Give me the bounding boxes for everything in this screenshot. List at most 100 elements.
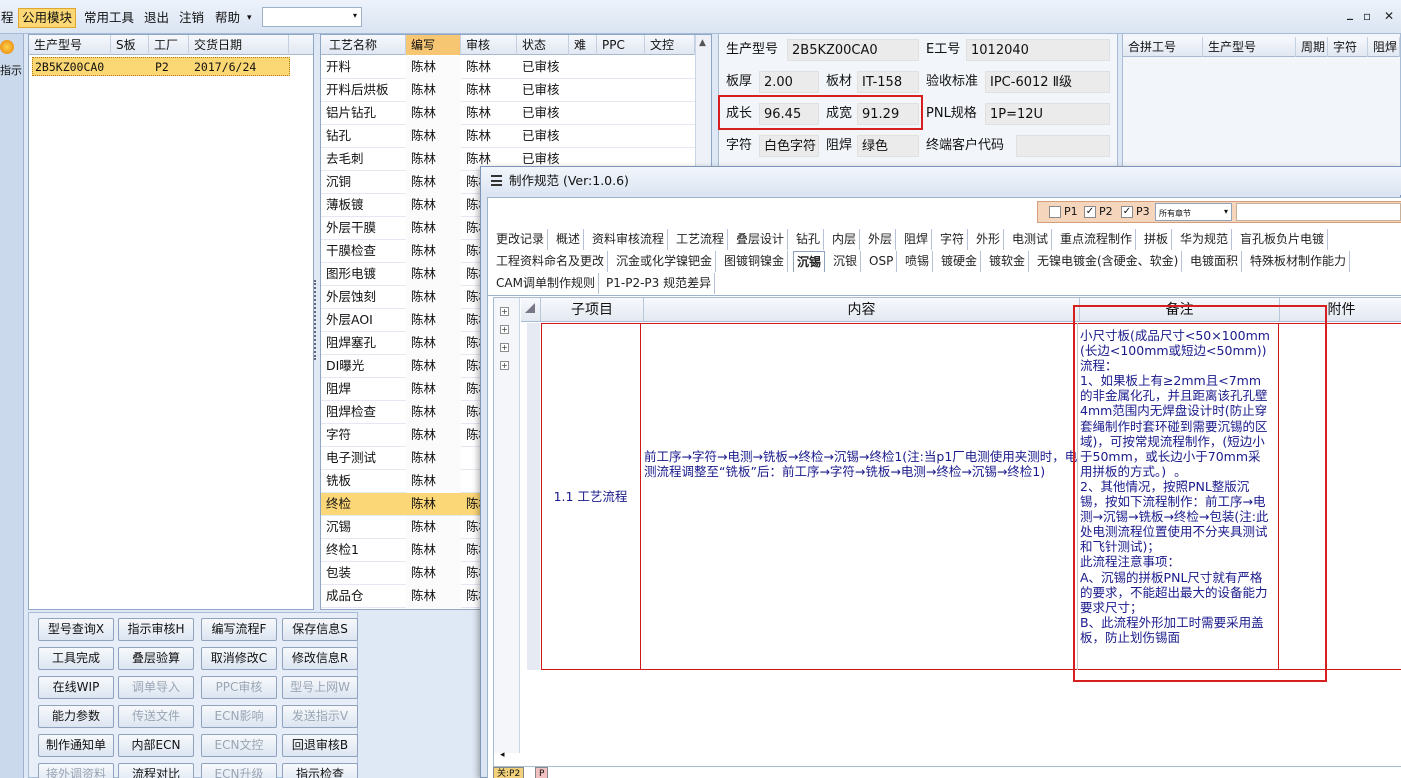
action-button-9[interactable]: 调单导入	[118, 676, 194, 699]
footer-tag-p2[interactable]: 关:P2	[493, 767, 525, 778]
expand-icon[interactable]: +	[500, 343, 509, 352]
tab-tabs_row2-9[interactable]: 无镍电镀金(含硬金、软金)	[1034, 251, 1183, 272]
col-reviewer[interactable]: 审核	[461, 35, 517, 55]
splitter-handle[interactable]	[314, 280, 319, 360]
action-button-0[interactable]: 型号查询X	[38, 618, 114, 641]
tab-tabs_row1-0[interactable]: 更改记录	[493, 229, 549, 250]
checkbox-p2[interactable]: ✓	[1084, 206, 1096, 218]
menu-item-process[interactable]: 程	[0, 8, 17, 28]
expand-icon[interactable]: +	[500, 361, 509, 370]
action-button-12[interactable]: 能力参数	[38, 705, 114, 728]
action-button-6[interactable]: 取消修改C	[201, 647, 277, 670]
tab-tabs_row1-5[interactable]: 钻孔	[793, 229, 825, 250]
rail-label[interactable]: 指示	[0, 62, 22, 78]
action-button-18[interactable]: ECN文控	[201, 734, 277, 757]
col-ppc[interactable]: PPC	[597, 35, 645, 55]
col-process-name[interactable]: 工艺名称	[321, 35, 406, 55]
col-mask[interactable]: 阻焊	[1368, 37, 1400, 57]
tab-tabs_row1-4[interactable]: 叠层设计	[733, 229, 789, 250]
tab-tabs_row2-7[interactable]: 镀硬金	[938, 251, 982, 272]
menu-item-exit[interactable]: 退出	[141, 8, 172, 28]
col-s-board[interactable]: S板	[111, 35, 149, 55]
tab-tabs_row2-2[interactable]: 图镀铜镍金	[721, 251, 789, 272]
tab-tabs_row2-11[interactable]: 特殊板材制作能力	[1247, 251, 1351, 272]
action-button-5[interactable]: 叠层验算	[118, 647, 194, 670]
menu-chevron-down-icon[interactable]: ▾	[247, 8, 252, 28]
restore-button[interactable]: ▫	[1363, 9, 1371, 23]
menu-item-tools[interactable]: 常用工具	[81, 8, 137, 28]
menu-item-public-module[interactable]: 公用模块	[18, 8, 77, 28]
action-button-21[interactable]: 流程对比	[118, 763, 194, 778]
tab-tabs_row2-8[interactable]: 镀软金	[986, 251, 1030, 272]
combo-chevron-down-icon[interactable]: ▾	[353, 11, 357, 20]
scroll-up-icon[interactable]: ▲	[699, 38, 706, 48]
tab-tabs_row1-15[interactable]: 盲孔板负片电镀	[1237, 229, 1329, 250]
tab-tabs_row1-7[interactable]: 外层	[865, 229, 897, 250]
tab-tabs_row2-5[interactable]: OSP	[866, 251, 898, 272]
tab-tabs_row1-3[interactable]: 工艺流程	[673, 229, 729, 250]
tab-tabs_row2-0[interactable]: 工程资料命名及更改	[493, 251, 609, 272]
action-button-20[interactable]: 接外调资料	[38, 763, 114, 778]
minimize-button[interactable]: _	[1347, 6, 1353, 20]
tab-tabs_row2-1[interactable]: 沉金或化学镍钯金	[613, 251, 717, 272]
tab-tabs_row3-1[interactable]: P1-P2-P3 规范差异	[603, 273, 716, 294]
filter-input[interactable]	[1236, 203, 1401, 221]
col-merge-model[interactable]: 生产型号	[1203, 37, 1296, 57]
action-button-3[interactable]: 保存信息S	[282, 618, 358, 641]
action-button-8[interactable]: 在线WIP	[38, 676, 114, 699]
spec-window-title[interactable]: 制作规范 (Ver:1.0.6)	[481, 167, 1401, 195]
expand-icon[interactable]: +	[500, 325, 509, 334]
checkbox-p1[interactable]	[1049, 206, 1061, 218]
tab-tabs_row1-13[interactable]: 拼板	[1141, 229, 1173, 250]
col-content[interactable]: 内容	[644, 298, 1080, 322]
tab-tabs_row1-2[interactable]: 资料审核流程	[589, 229, 669, 250]
menu-item-logout[interactable]: 注销	[176, 8, 207, 28]
expand-icon[interactable]: +	[500, 307, 509, 316]
tab-tabs_row1-10[interactable]: 外形	[973, 229, 1005, 250]
table-row[interactable]: 开料后烘板 陈林 陈林 已审核	[321, 79, 695, 102]
tab-tabs_row2-4[interactable]: 沉银	[830, 251, 862, 272]
action-button-13[interactable]: 传送文件	[118, 705, 194, 728]
col-cycle[interactable]: 周期	[1296, 37, 1328, 57]
footer-tag-p[interactable]: P	[535, 767, 549, 778]
chapter-select[interactable]: 所有章节 ▾	[1155, 203, 1232, 221]
action-button-23[interactable]: 指示检查	[282, 763, 358, 778]
tab-tabs_row3-0[interactable]: CAM调单制作规则	[493, 273, 599, 294]
tab-tabs_row2-6[interactable]: 喷锡	[902, 251, 934, 272]
table-row[interactable]: 2B5KZ00CA0 P2 2017/6/24	[32, 57, 290, 76]
col-delivery-date[interactable]: 交货日期	[189, 35, 289, 55]
action-button-11[interactable]: 型号上网W	[282, 676, 358, 699]
tab-tabs_row2-10[interactable]: 电镀面积	[1187, 251, 1243, 272]
action-button-1[interactable]: 指示审核H	[118, 618, 194, 641]
action-button-16[interactable]: 制作通知单	[38, 734, 114, 757]
action-button-7[interactable]: 修改信息R	[282, 647, 358, 670]
tab-tabs_row2-3[interactable]: 沉锡	[793, 251, 826, 272]
col-merge-no[interactable]: 合拼工号	[1123, 37, 1203, 57]
tab-tabs_row1-8[interactable]: 阻焊	[901, 229, 933, 250]
col-factory[interactable]: 工厂	[149, 35, 189, 55]
tab-tabs_row1-6[interactable]: 内层	[829, 229, 861, 250]
tab-tabs_row1-14[interactable]: 华为规范	[1177, 229, 1233, 250]
action-button-2[interactable]: 编写流程F	[201, 618, 277, 641]
close-button[interactable]: ✕	[1384, 9, 1394, 23]
action-button-22[interactable]: ECN升级	[201, 763, 277, 778]
tab-tabs_row1-11[interactable]: 电测试	[1009, 229, 1053, 250]
table-row[interactable]: 铝片钻孔 陈林 陈林 已审核	[321, 102, 695, 125]
scroll-left-icon[interactable]: ◂	[500, 750, 505, 760]
col-difficulty[interactable]: 难	[569, 35, 597, 55]
row-selector[interactable]	[527, 323, 540, 670]
menu-combo-box[interactable]: ▾	[262, 7, 362, 27]
table-row[interactable]: 开料 陈林 陈林 已审核	[321, 56, 695, 79]
indicator-icon[interactable]	[0, 40, 14, 54]
action-button-4[interactable]: 工具完成	[38, 647, 114, 670]
col-model[interactable]: 生产型号	[29, 35, 111, 55]
tab-tabs_row1-12[interactable]: 重点流程制作	[1057, 229, 1137, 250]
col-status[interactable]: 状态	[517, 35, 569, 55]
action-button-14[interactable]: ECN影响	[201, 705, 277, 728]
action-button-15[interactable]: 发送指示V	[282, 705, 358, 728]
checkbox-p3[interactable]: ✓	[1121, 206, 1133, 218]
menu-item-help[interactable]: 帮助	[212, 8, 243, 28]
col-doc-control[interactable]: 文控	[645, 35, 695, 55]
action-button-19[interactable]: 回退审核B	[282, 734, 358, 757]
tab-tabs_row1-9[interactable]: 字符	[937, 229, 969, 250]
